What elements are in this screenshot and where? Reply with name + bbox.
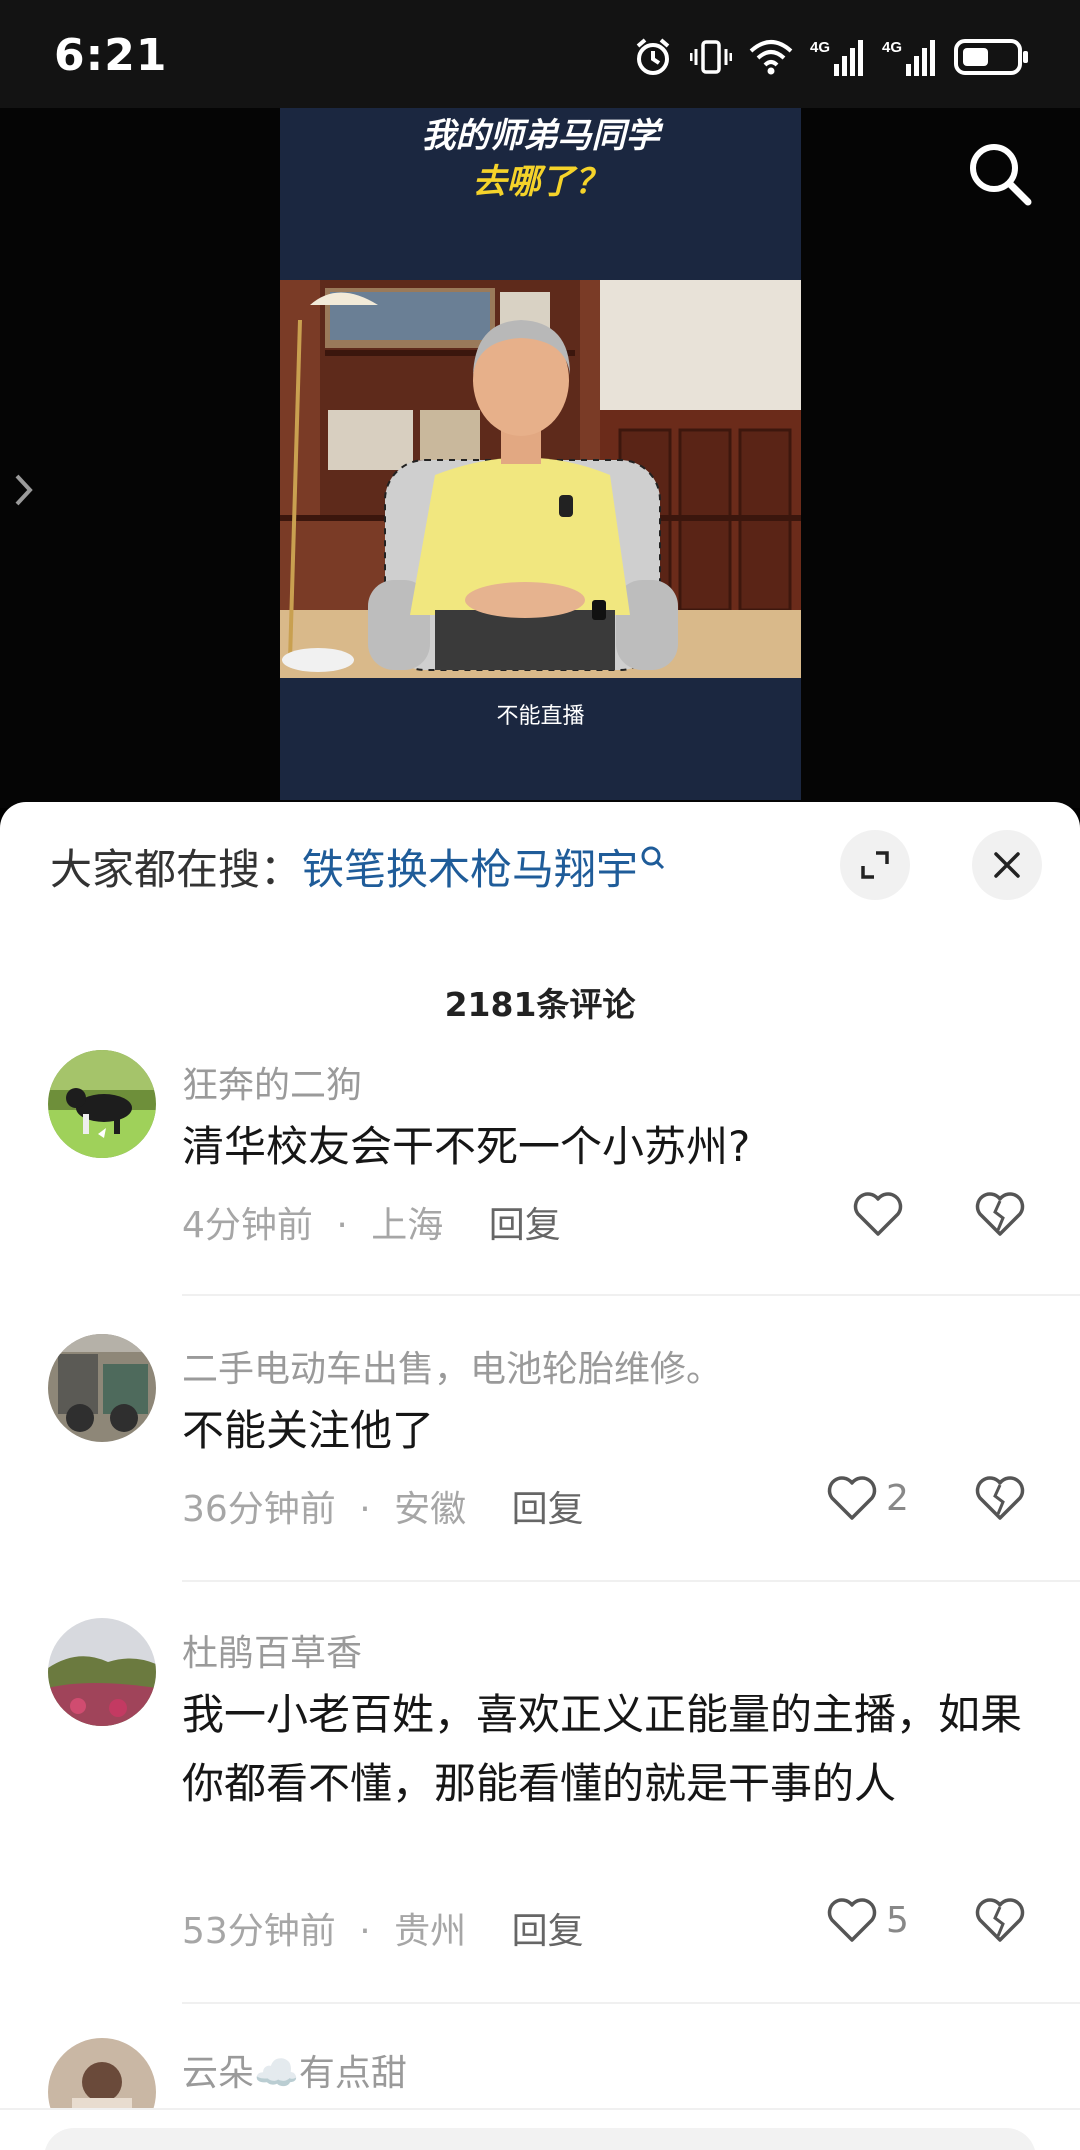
hot-search-query-link[interactable]: 铁笔换木枪马翔宇 [302, 845, 638, 894]
comment-count: 2181条评论 [444, 985, 636, 1024]
comment-username[interactable]: 云朵☁️有点甜 [182, 2044, 407, 2096]
broken-heart-icon [975, 1192, 1025, 1236]
reply-button[interactable]: 回复 [512, 1911, 584, 1952]
comment-time: 36分钟前 [182, 1489, 336, 1530]
search-button[interactable] [964, 138, 1036, 210]
dislike-button[interactable] [974, 1190, 1026, 1242]
video-player[interactable]: 我的师弟马同学 去哪了？ 不能直播 [0, 108, 1080, 808]
heart-icon [827, 1898, 877, 1942]
reply-button[interactable]: 回复 [512, 1489, 584, 1530]
like-button[interactable]: 2 [826, 1474, 909, 1522]
search-icon [970, 144, 1032, 206]
status-time: 6:21 [54, 30, 168, 81]
alarm-icon [632, 36, 674, 78]
search-icon [640, 836, 666, 885]
dislike-button[interactable] [974, 1896, 1026, 1948]
heart-icon [853, 1192, 903, 1236]
expand-icon [861, 851, 889, 879]
comments-sheet: 大家都在搜：铁笔换木枪马翔宇 2181条评论 狂奔的二狗 清华校友会干不死一个小… [0, 802, 1080, 2150]
video-title-line1: 我的师弟马同学 [421, 116, 660, 156]
comment-username[interactable]: 二手电动车出售，电池轮胎维修。 [182, 1340, 722, 1392]
divider [182, 1294, 1080, 1296]
broken-heart-icon [975, 1476, 1025, 1520]
video-scene-image [280, 280, 801, 678]
chevron-right-icon[interactable] [12, 470, 36, 510]
network-label: 4G [882, 39, 902, 56]
like-button[interactable] [852, 1190, 912, 1238]
video-title-line2: 去哪了？ [472, 162, 609, 202]
wifi-icon [748, 36, 794, 78]
comment-meta: 4分钟前 · 上海 回复 [182, 1196, 561, 1248]
meta-separator: · [359, 1489, 371, 1530]
avatar[interactable] [48, 1618, 156, 1726]
status-bar: 6:21 4G 4G [0, 0, 1080, 108]
hot-search-prefix: 大家都在搜： [50, 845, 303, 894]
comment-item: 云朵☁️有点甜 [0, 2038, 1080, 2108]
comment-time: 4分钟前 [182, 1205, 313, 1246]
close-button[interactable] [972, 830, 1042, 900]
heart-icon [827, 1476, 877, 1520]
comment-username[interactable]: 杜鹃百草香 [182, 1624, 362, 1676]
comment-meta: 36分钟前 · 安徽 回复 [182, 1480, 584, 1532]
avatar[interactable] [48, 2038, 156, 2108]
like-count: 2 [886, 1477, 909, 1519]
status-icons: 4G 4G [632, 34, 1030, 80]
signal-icon: 4G [810, 36, 866, 78]
comment-time: 53分钟前 [182, 1911, 336, 1952]
divider [0, 2108, 1080, 2110]
comment-location: 安徽 [394, 1489, 467, 1530]
comment-meta: 53分钟前 · 贵州 回复 [182, 1902, 584, 1954]
meta-separator: · [359, 1911, 371, 1952]
like-button[interactable]: 5 [826, 1896, 909, 1944]
comment-text: 不能关注他了 [182, 1406, 435, 1455]
hot-search-bar[interactable]: 大家都在搜：铁笔换木枪马翔宇 [50, 836, 666, 897]
vibrate-icon [690, 36, 732, 78]
signal-icon: 4G [882, 36, 938, 78]
comment-text: 我一小老百姓，喜欢正义正能量的主播，如果你都看不懂，那能看懂的就是干事的人 [182, 1690, 1023, 1808]
comment-location: 贵州 [394, 1911, 467, 1952]
reply-button[interactable]: 回复 [489, 1205, 561, 1246]
network-label: 4G [810, 39, 830, 56]
comment-username[interactable]: 狂奔的二狗 [182, 1056, 362, 1108]
comment-input-bar[interactable] [44, 2128, 1036, 2150]
video-caption: 不能直播 [496, 704, 585, 729]
dislike-button[interactable] [974, 1474, 1026, 1526]
avatar[interactable] [48, 1050, 156, 1158]
meta-separator: · [336, 1205, 348, 1246]
avatar[interactable] [48, 1334, 156, 1442]
expand-button[interactable] [840, 830, 910, 900]
divider [182, 1580, 1080, 1582]
broken-heart-icon [975, 1898, 1025, 1942]
battery-icon [954, 36, 1030, 78]
comment-text: 清华校友会干不死一个小苏州? [182, 1122, 751, 1171]
close-icon [994, 852, 1020, 878]
like-count: 5 [886, 1899, 909, 1941]
divider [182, 2002, 1080, 2004]
comment-location: 上海 [371, 1205, 444, 1246]
video-frame[interactable]: 我的师弟马同学 去哪了？ 不能直播 [280, 108, 801, 800]
